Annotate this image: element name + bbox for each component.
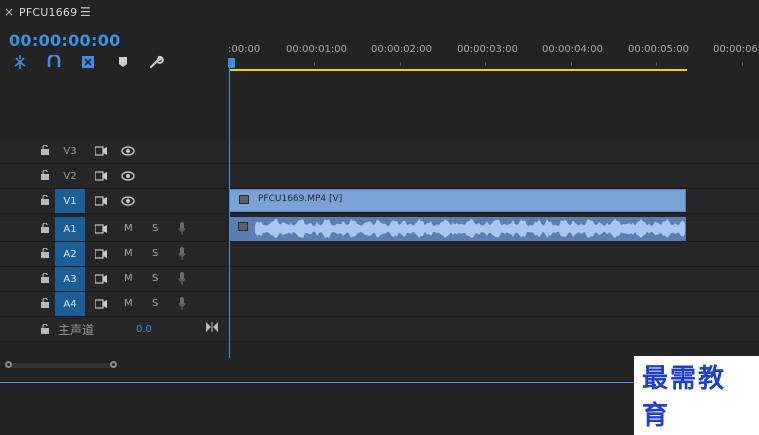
- ruler-label: 00:00:06:: [713, 44, 759, 55]
- solo-button[interactable]: S: [152, 298, 158, 309]
- track-area-v2[interactable]: [228, 164, 759, 189]
- lock-icon[interactable]: [40, 195, 50, 205]
- track-header-v1: V1: [0, 189, 226, 214]
- lock-icon[interactable]: [40, 145, 50, 155]
- sync-lock-icon[interactable]: [95, 196, 107, 206]
- solo-button[interactable]: S: [152, 223, 158, 234]
- track-header-a3: A3 M S: [0, 267, 226, 292]
- mute-button[interactable]: M: [124, 223, 133, 234]
- lock-icon[interactable]: [40, 248, 50, 258]
- track-name-a4[interactable]: A4: [55, 292, 85, 316]
- sequence-tab-bar: × PFCU1669 ☰: [0, 0, 759, 26]
- ruler-tick: [571, 62, 572, 66]
- ruler-label: 00:00:04:00: [542, 44, 604, 55]
- scroll-right-handle[interactable]: [110, 361, 117, 368]
- ruler-label: 00:00:03:00: [457, 44, 519, 55]
- work-area-bar[interactable]: [230, 69, 687, 71]
- track-name-v3[interactable]: V3: [55, 139, 85, 163]
- ruler-tick: [485, 62, 486, 66]
- microphone-icon[interactable]: [178, 222, 186, 236]
- track-header-a4: A4 M S: [0, 292, 226, 317]
- playhead-timecode[interactable]: 00:00:00:00: [9, 31, 121, 50]
- sync-lock-icon[interactable]: [95, 224, 107, 234]
- solo-button[interactable]: S: [152, 273, 158, 284]
- lock-icon[interactable]: [40, 170, 50, 180]
- track-header-v2: V2: [0, 164, 226, 189]
- solo-button[interactable]: S: [152, 248, 158, 259]
- eye-icon[interactable]: [121, 146, 135, 156]
- track-area-a4[interactable]: [228, 292, 759, 317]
- link-icon[interactable]: [44, 52, 64, 72]
- track-header-master: [0, 317, 226, 342]
- ruler-label: 00:00:01:00: [286, 44, 348, 55]
- ruler-label: 00:00:05:00: [628, 44, 690, 55]
- track-name-a2[interactable]: A2: [55, 242, 85, 266]
- add-marker-icon[interactable]: [78, 52, 98, 72]
- ruler-tick: [314, 62, 315, 66]
- microphone-icon[interactable]: [178, 272, 186, 286]
- track-name-v1[interactable]: V1: [55, 189, 85, 213]
- microphone-icon[interactable]: [178, 247, 186, 261]
- close-tab-icon[interactable]: ×: [4, 5, 14, 19]
- scroll-left-handle[interactable]: [5, 361, 12, 368]
- ruler-tick: [400, 62, 401, 66]
- video-clip[interactable]: PFCU1669.MP4 [V]: [229, 189, 686, 212]
- sync-lock-icon[interactable]: [95, 171, 107, 181]
- ruler-tick: [742, 62, 743, 66]
- sync-lock-icon[interactable]: [95, 274, 107, 284]
- sync-lock-icon[interactable]: [95, 249, 107, 259]
- playhead-line[interactable]: [229, 68, 230, 358]
- mute-button[interactable]: M: [124, 298, 133, 309]
- track-header-a1: A1 M S: [0, 217, 226, 242]
- watermark-logo: 最需教育: [634, 356, 759, 435]
- lock-icon[interactable]: [40, 298, 50, 308]
- eye-icon[interactable]: [121, 171, 135, 181]
- microphone-icon[interactable]: [178, 297, 186, 311]
- mute-button[interactable]: M: [124, 273, 133, 284]
- lock-icon[interactable]: [40, 273, 50, 283]
- go-to-end-icon[interactable]: [206, 322, 218, 332]
- lock-icon[interactable]: [40, 324, 50, 334]
- sequence-tab-title[interactable]: PFCU1669: [19, 6, 77, 19]
- wrench-icon[interactable]: [146, 52, 166, 72]
- track-area-master[interactable]: [228, 317, 759, 342]
- video-clip-label: PFCU1669.MP4 [V]: [258, 194, 343, 204]
- playhead-handle[interactable]: [228, 58, 235, 68]
- track-header-v3: V3: [0, 139, 226, 164]
- ruler-label: 00:00:02:00: [371, 44, 433, 55]
- ruler-tick: [656, 62, 657, 66]
- track-area-a3[interactable]: [228, 267, 759, 292]
- track-name-a3[interactable]: A3: [55, 267, 85, 291]
- panel-menu-icon[interactable]: ☰: [80, 5, 91, 19]
- sync-lock-icon[interactable]: [95, 299, 107, 309]
- marker-icon[interactable]: [113, 52, 133, 72]
- track-header-a2: A2 M S: [0, 242, 226, 267]
- mute-button[interactable]: M: [124, 248, 133, 259]
- snap-icon[interactable]: [10, 52, 30, 72]
- eye-icon[interactable]: [121, 196, 135, 206]
- track-area-a2[interactable]: [228, 242, 759, 267]
- track-name-a1[interactable]: A1: [55, 217, 85, 241]
- audio-clip[interactable]: [229, 217, 686, 241]
- master-volume-value[interactable]: 0.0: [136, 324, 152, 335]
- track-name-v2[interactable]: V2: [55, 164, 85, 188]
- track-area-v3[interactable]: [228, 139, 759, 164]
- horizontal-scrollbar[interactable]: [8, 363, 116, 368]
- master-track-label: 主声道: [58, 323, 95, 337]
- fx-badge-icon: [239, 195, 249, 204]
- sync-lock-icon[interactable]: [95, 146, 107, 156]
- audio-waveform: [255, 219, 685, 238]
- ruler-label: :00:00: [228, 44, 261, 55]
- lock-icon[interactable]: [40, 223, 50, 233]
